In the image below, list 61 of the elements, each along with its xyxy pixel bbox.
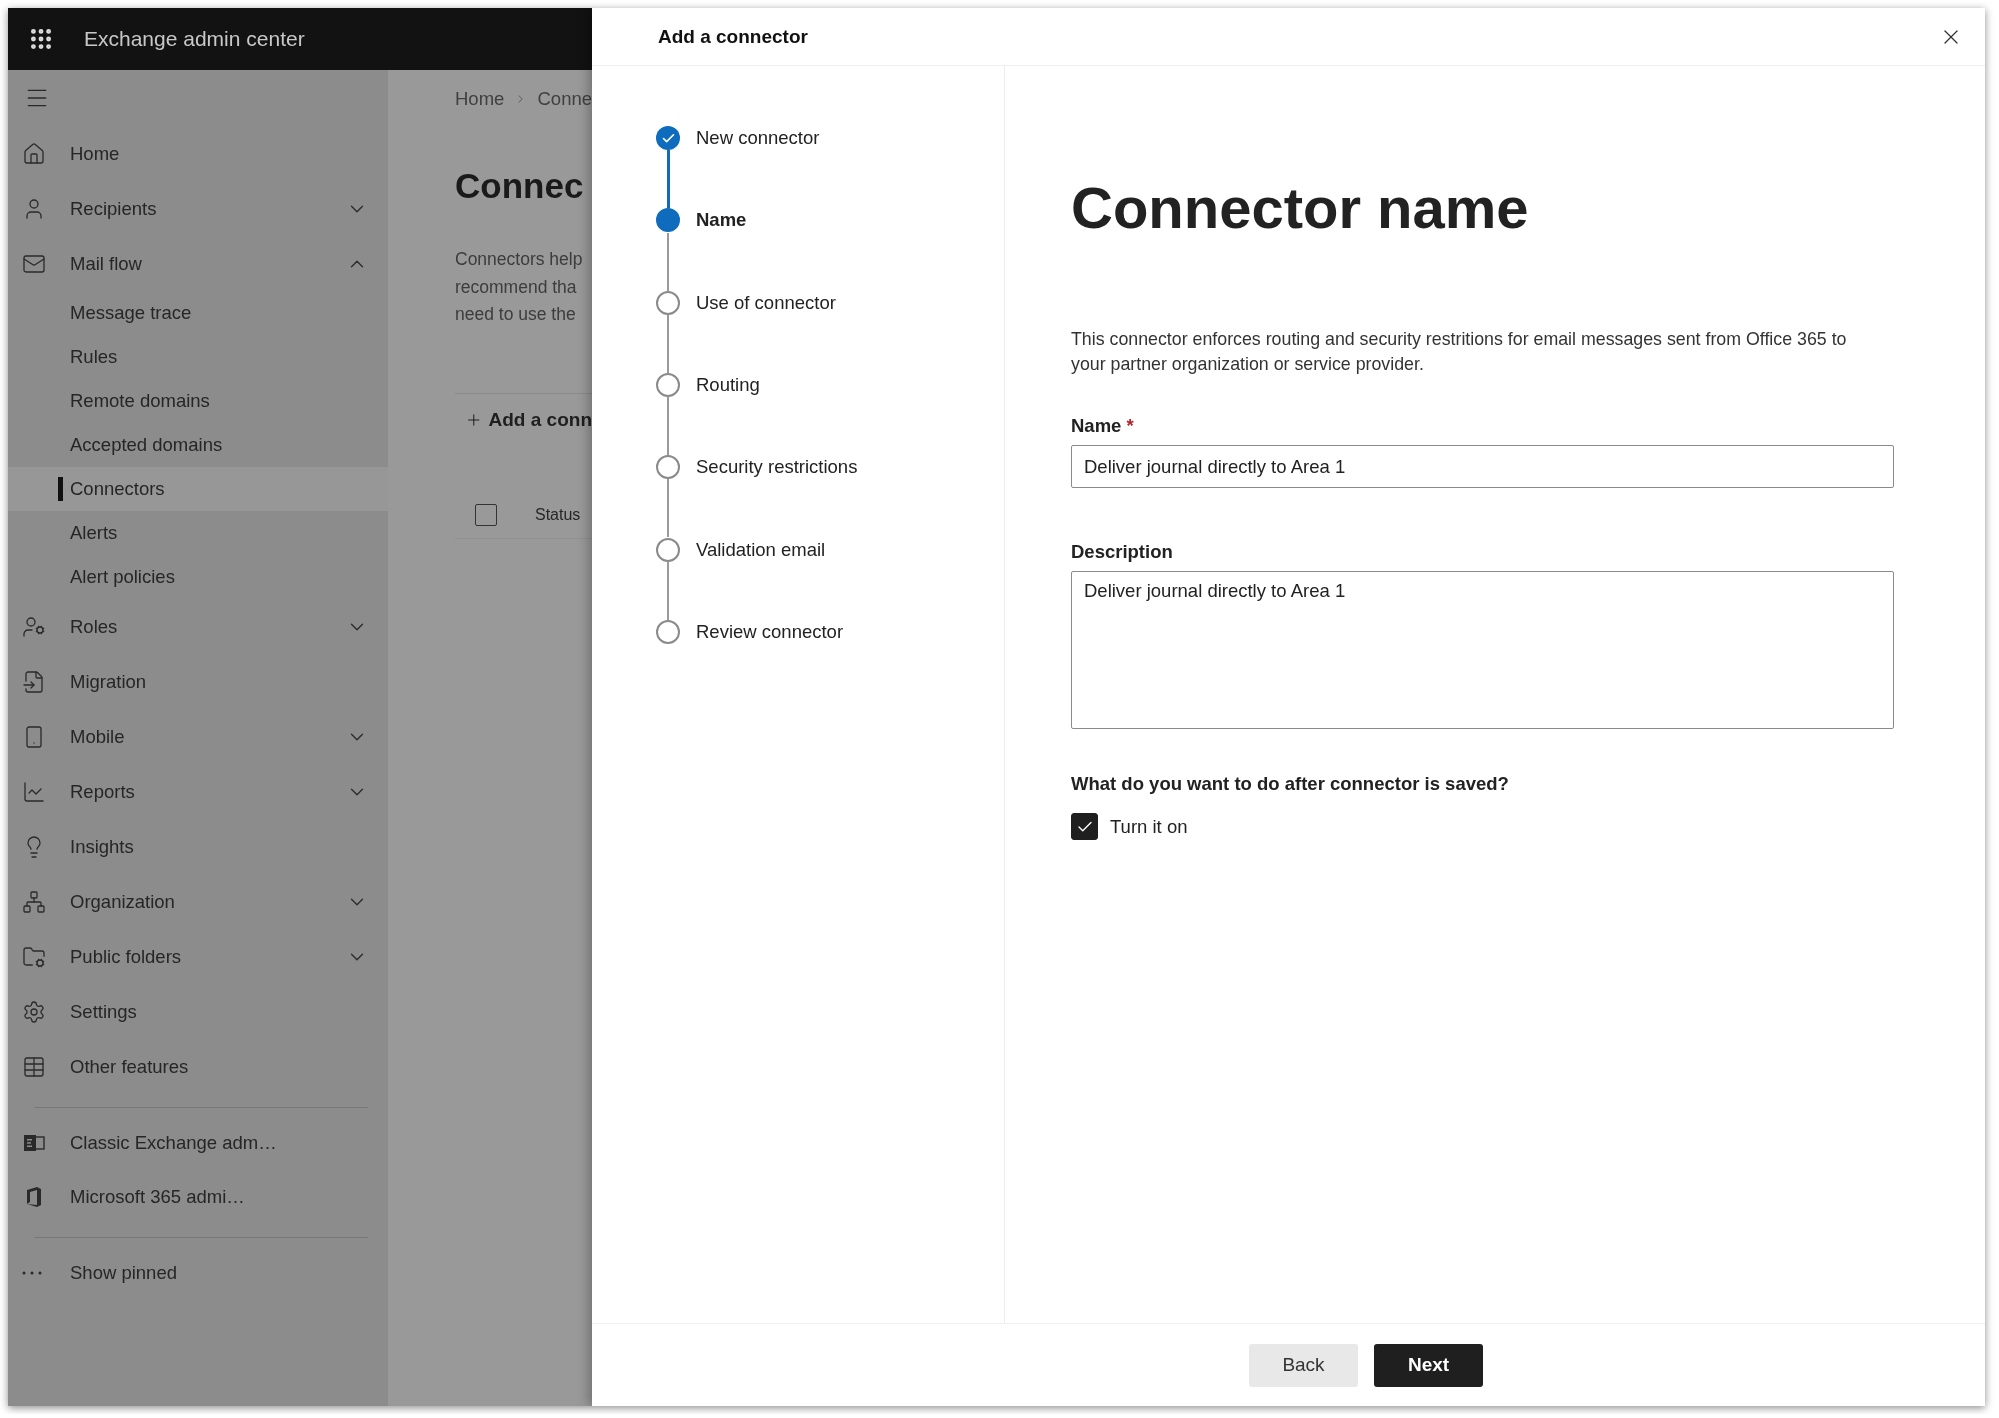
back-button[interactable]: Back (1249, 1343, 1358, 1387)
checkbox[interactable] (1071, 813, 1098, 840)
nav-subitem[interactable]: Remote domains (8, 379, 388, 423)
description-text-area[interactable]: Deliver journal directly to Area 1 (1071, 571, 1894, 729)
nav-subitem[interactable]: Alerts (8, 511, 388, 555)
nav-item[interactable]: Roles (8, 599, 388, 654)
field-label: Name (1071, 415, 1122, 437)
nav-item[interactable]: Public folders (8, 929, 388, 984)
panel-title: Add a connector (658, 25, 809, 48)
step-label: Name (696, 209, 747, 232)
nav-item[interactable]: Mail flow (8, 236, 388, 291)
nav-item[interactable]: Settings (8, 984, 388, 1039)
description-text: need to use the (455, 303, 577, 326)
checkbox-label: Turn it on (1110, 815, 1188, 838)
nav-item[interactable]: Recipients (8, 181, 388, 236)
nav-item[interactable]: Home (8, 126, 388, 181)
breadcrumb-link[interactable]: Conne (537, 88, 592, 110)
step-label: Validation email (696, 538, 826, 561)
nav-subitem[interactable]: Connectors (8, 467, 388, 511)
step-label: Routing (696, 374, 760, 397)
nav-subitem[interactable]: Message trace (8, 291, 388, 335)
name-input-field[interactable]: Deliver journal directly to Area 1 (1071, 445, 1894, 488)
nav-item[interactable]: Insights (8, 819, 388, 874)
nav-subitem[interactable]: Alert policies (8, 555, 388, 599)
hierarchy-icon (22, 889, 46, 914)
page-heading: Connec (455, 166, 585, 206)
step-label: Security restrictions (696, 456, 858, 479)
nav-link[interactable]: Classic Exchange adm… (8, 1116, 388, 1170)
person-gear-icon (22, 614, 46, 639)
show-pinned-item[interactable]: Show pinned (8, 1246, 388, 1300)
document-arrow-icon (22, 669, 46, 694)
table-icon (22, 1054, 46, 1079)
nav-item[interactable]: Organization (8, 874, 388, 929)
step-label: Use of connector (696, 291, 836, 314)
column-header[interactable]: Status (535, 506, 581, 524)
app-title: Exchange admin center (84, 27, 305, 51)
question-text: What do you want to do after connector is saved? (1071, 773, 1510, 795)
nav-subitem[interactable]: Rules (8, 335, 388, 379)
nav-subitem[interactable]: Accepted domains (8, 423, 388, 467)
app-launcher-icon[interactable] (28, 26, 54, 52)
next-button[interactable]: Next (1374, 1343, 1483, 1387)
nav-link[interactable]: Microsoft 365 admi… (8, 1170, 388, 1224)
settings-icon (22, 999, 46, 1024)
more-icon (22, 1271, 42, 1275)
select-all-checkbox[interactable] (475, 504, 497, 526)
nav-item[interactable]: Other features (8, 1039, 388, 1094)
field-label: Description (1071, 541, 1174, 563)
intro-text: This connector enforces routing and security restritions for email messages sent from Office 365 to your partner organization or service provider. (1071, 328, 1848, 376)
nav-item[interactable]: Migration (8, 654, 388, 709)
nav-item[interactable]: Reports (8, 764, 388, 819)
folder-gear-icon (22, 944, 46, 969)
required-mark: * (1126, 415, 1134, 437)
description-text: Connectors help (455, 248, 584, 271)
step-label: Review connector (696, 620, 844, 643)
add-connector-button[interactable]: Add a conn (455, 398, 592, 441)
nav-item[interactable]: Mobile (8, 709, 388, 764)
description-text: recommend tha (455, 275, 578, 299)
home-icon (22, 141, 46, 166)
form-heading: Connector name (1071, 174, 1530, 241)
step-label: New connector (696, 127, 820, 150)
breadcrumb-link[interactable]: Home (455, 88, 505, 110)
